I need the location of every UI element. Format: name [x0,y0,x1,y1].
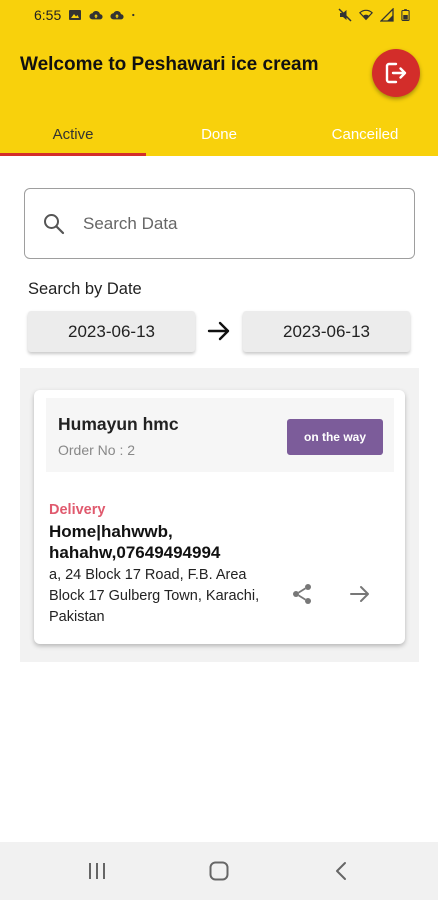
order-tabs: Active Done Canceiled [0,112,438,156]
tab-cancelled[interactable]: Canceiled [292,112,438,156]
logout-button[interactable] [372,49,420,97]
recents-icon [89,863,105,879]
order-number: Order No : 2 [58,442,136,458]
dot-icon [132,13,135,17]
system-nav-bar [0,842,438,900]
back-icon [336,862,346,880]
search-input[interactable] [83,203,383,244]
cloud-upload-icon [89,10,103,20]
date-to-button[interactable]: 2023-06-13 [243,311,410,352]
address-detail: a, 24 Block 17 Road, F.B. Area Block 17 … [49,567,260,625]
arrow-forward-icon[interactable] [348,582,372,606]
address-title: Home|hahwwb, hahahw,07649494994 [49,522,221,562]
home-button[interactable] [205,857,233,885]
date-filter-label: Search by Date [28,280,142,298]
customer-name: Humayun hmc [58,414,179,434]
status-badge: on the way [287,419,383,455]
order-card[interactable]: Humayun hmc Order No : 2 on the way Deli… [34,390,405,644]
home-icon [209,861,229,881]
app-bar: Welcome to Peshawari ice cream Active Do… [0,30,438,156]
status-right [338,8,410,22]
order-card-header: Humayun hmc Order No : 2 on the way [46,398,394,472]
status-left: 6:55 [34,7,139,23]
mute-icon [338,8,352,22]
search-icon-wrap [25,188,83,259]
back-button[interactable] [328,857,356,885]
date-from-button[interactable]: 2023-06-13 [28,311,195,352]
wifi-icon [359,9,373,21]
recents-button[interactable] [83,857,111,885]
tab-active[interactable]: Active [0,112,146,156]
search-icon [44,213,65,234]
battery-icon [401,9,410,21]
search-box[interactable] [24,188,415,259]
arrow-right-icon [207,321,230,341]
orders-list: Humayun hmc Order No : 2 on the way Deli… [20,368,419,662]
delivery-label: Delivery [49,502,106,518]
cloud-upload-icon [110,10,124,20]
logout-icon [385,62,407,84]
signal-icon [380,8,394,22]
image-icon [69,10,82,20]
share-icon[interactable] [290,582,314,606]
app-title: Welcome to Peshawari ice cream [20,54,319,75]
tab-done[interactable]: Done [146,112,292,156]
status-time: 6:55 [34,7,62,23]
status-bar: 6:55 [0,0,438,30]
